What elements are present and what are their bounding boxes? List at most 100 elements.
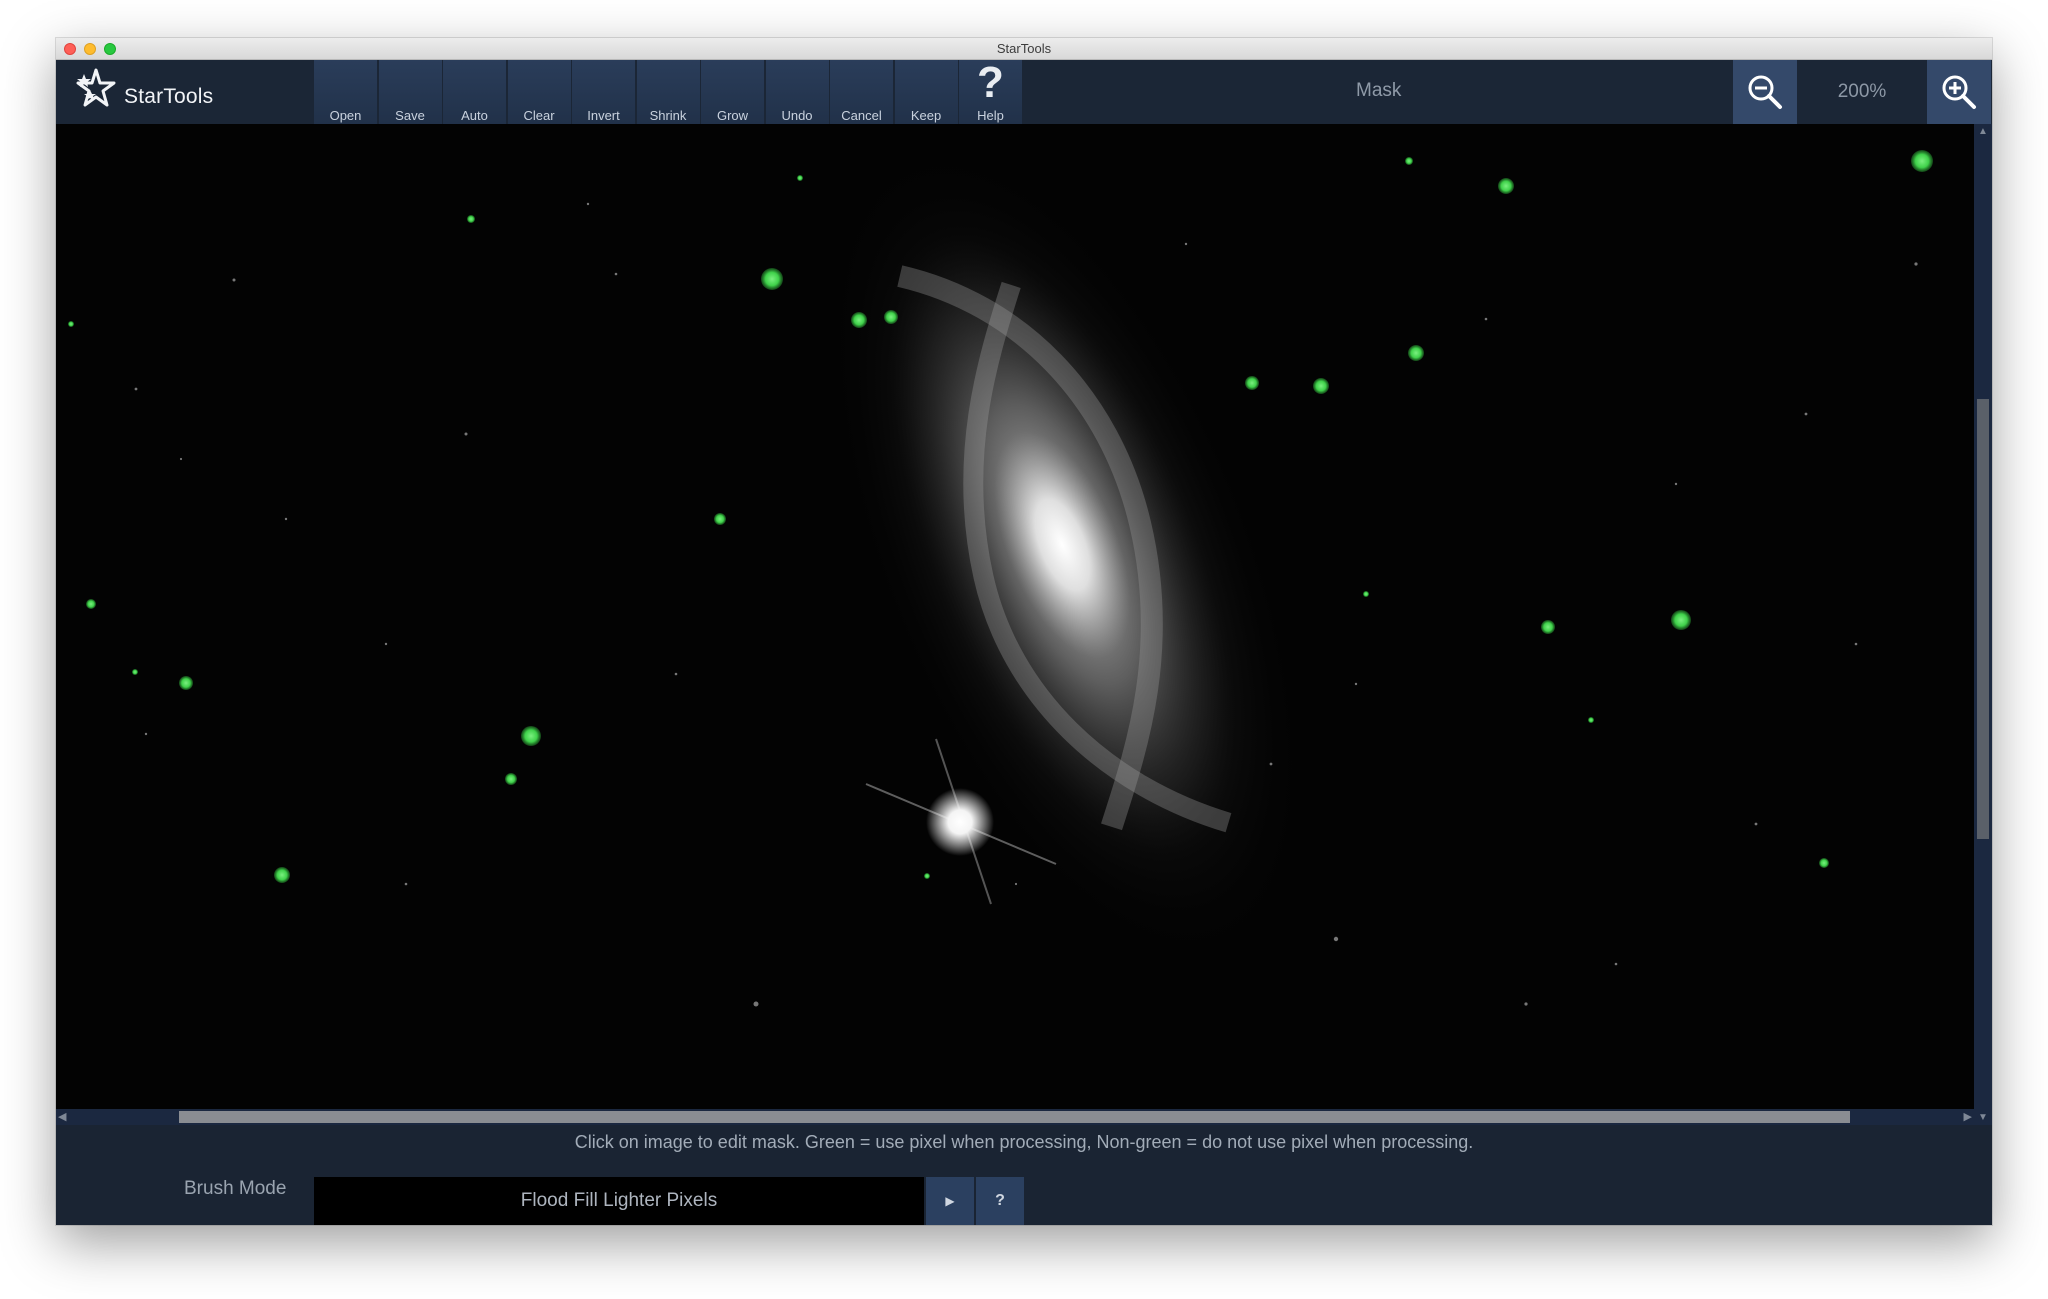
faint-star (1614, 962, 1618, 966)
tool-buttons: Open Save Auto Clear Invert Shrink Grow … (314, 58, 1024, 124)
horizontal-scrollbar[interactable]: ◀ ▶ (56, 1109, 1974, 1125)
faint-star (1524, 1002, 1528, 1006)
faint-star (1269, 762, 1273, 766)
clear-button[interactable]: Clear (507, 60, 571, 124)
mask-star (924, 873, 930, 879)
horizontal-scroll-thumb[interactable] (179, 1111, 1850, 1123)
mask-star (884, 310, 898, 324)
help-label: Help (977, 108, 1004, 123)
undo-label: Undo (781, 108, 813, 123)
mask-star (1498, 178, 1514, 194)
help-button[interactable]: ? Help (959, 58, 1022, 124)
shrink-button[interactable]: Shrink (636, 60, 700, 124)
faint-star (404, 882, 408, 886)
faint-star (1674, 482, 1678, 486)
grow-button[interactable]: Grow (701, 60, 764, 124)
grow-label: Grow (716, 108, 749, 123)
faint-star (1484, 317, 1488, 321)
zoom-out-icon (1748, 75, 1782, 109)
app-logo: StarTools (70, 64, 300, 118)
faint-star (1854, 642, 1858, 646)
title-bar: StarTools (56, 38, 1992, 60)
save-label: Save (395, 108, 425, 123)
app-name: StarTools (124, 85, 214, 108)
open-label: Open (329, 108, 362, 123)
brush-mode-help-button[interactable]: ? (976, 1177, 1024, 1225)
mask-star (714, 513, 726, 525)
status-hint: Click on image to edit mask. Green = use… (574, 1132, 1474, 1152)
faint-star (753, 1001, 759, 1007)
auto-button[interactable]: Auto (443, 60, 506, 124)
mask-star (179, 676, 193, 690)
clear-label: Clear (523, 108, 555, 123)
zoom-in-icon (1942, 75, 1976, 109)
faint-star (284, 517, 288, 521)
shrink-label: Shrink (649, 108, 687, 123)
mask-star (68, 321, 74, 327)
faint-star (1354, 682, 1358, 686)
star-logo-icon (76, 68, 116, 107)
mask-star (1541, 620, 1555, 634)
scroll-up-icon[interactable]: ▲ (1978, 126, 1988, 137)
brush-mode-label: Brush Mode (184, 1178, 287, 1199)
mask-star (1408, 345, 1424, 361)
faint-star (1014, 882, 1018, 886)
auto-label: Auto (461, 108, 488, 123)
brush-mode-next-button[interactable]: ▶ (926, 1177, 974, 1225)
faint-star (1804, 412, 1808, 416)
module-title: Mask (1356, 80, 1402, 101)
galaxy-image (68, 139, 1933, 1007)
keep-label: Keep (910, 108, 942, 123)
scroll-left-icon[interactable]: ◀ (58, 1110, 66, 1123)
open-button[interactable]: Open (314, 60, 377, 124)
play-icon: ▶ (945, 1194, 955, 1208)
scroll-down-icon[interactable]: ▼ (1978, 1112, 1988, 1123)
vertical-scrollbar[interactable]: ▲ ▼ (1974, 124, 1992, 1125)
keep-button[interactable]: Keep (894, 60, 958, 124)
scroll-right-icon[interactable]: ▶ (1964, 1110, 1972, 1123)
app-window: StarTools StarTools Open Save Auto Clear… (56, 38, 1992, 1225)
mask-star (797, 175, 803, 181)
question-mark-icon: ? (977, 58, 1004, 107)
invert-button[interactable]: Invert (572, 60, 635, 124)
save-button[interactable]: Save (378, 60, 442, 124)
mask-star (761, 268, 783, 290)
faint-star (144, 732, 148, 736)
mask-star (521, 726, 541, 746)
mask-star (505, 773, 517, 785)
faint-star (1754, 822, 1758, 826)
brush-mode-value[interactable]: Flood Fill Lighter Pixels (314, 1177, 924, 1225)
toolbar: StarTools Open Save Auto Clear Invert Sh… (56, 58, 1992, 124)
mask-star (1245, 376, 1259, 390)
mask-star (1671, 610, 1691, 630)
mask-star (1363, 591, 1369, 597)
zoom-in-button[interactable] (1927, 60, 1991, 124)
vertical-scroll-thumb[interactable] (1977, 399, 1989, 839)
mask-star (132, 669, 138, 675)
image-canvas[interactable] (56, 124, 1974, 1109)
faint-star (586, 202, 590, 206)
faint-star (1914, 262, 1918, 266)
faint-star (674, 672, 678, 676)
mask-star (1911, 150, 1933, 172)
undo-button[interactable]: Undo (765, 60, 829, 124)
zoom-out-button[interactable] (1733, 60, 1797, 124)
window-title: StarTools (996, 41, 1052, 56)
cancel-button[interactable]: Cancel (830, 60, 893, 124)
mask-star (1313, 378, 1329, 394)
cancel-label: Cancel (841, 108, 882, 123)
mask-star (274, 867, 290, 883)
faint-star (1184, 242, 1188, 246)
faint-star (384, 642, 388, 646)
mask-star (851, 312, 867, 328)
mask-star (1588, 717, 1594, 723)
mask-star (1819, 858, 1829, 868)
mask-star (467, 215, 475, 223)
faint-star (232, 278, 236, 282)
mask-star (86, 599, 96, 609)
faint-star (179, 457, 183, 461)
faint-star (134, 387, 138, 391)
zoom-level: 200% (1837, 81, 1887, 102)
invert-label: Invert (587, 108, 620, 123)
faint-star (464, 432, 468, 436)
